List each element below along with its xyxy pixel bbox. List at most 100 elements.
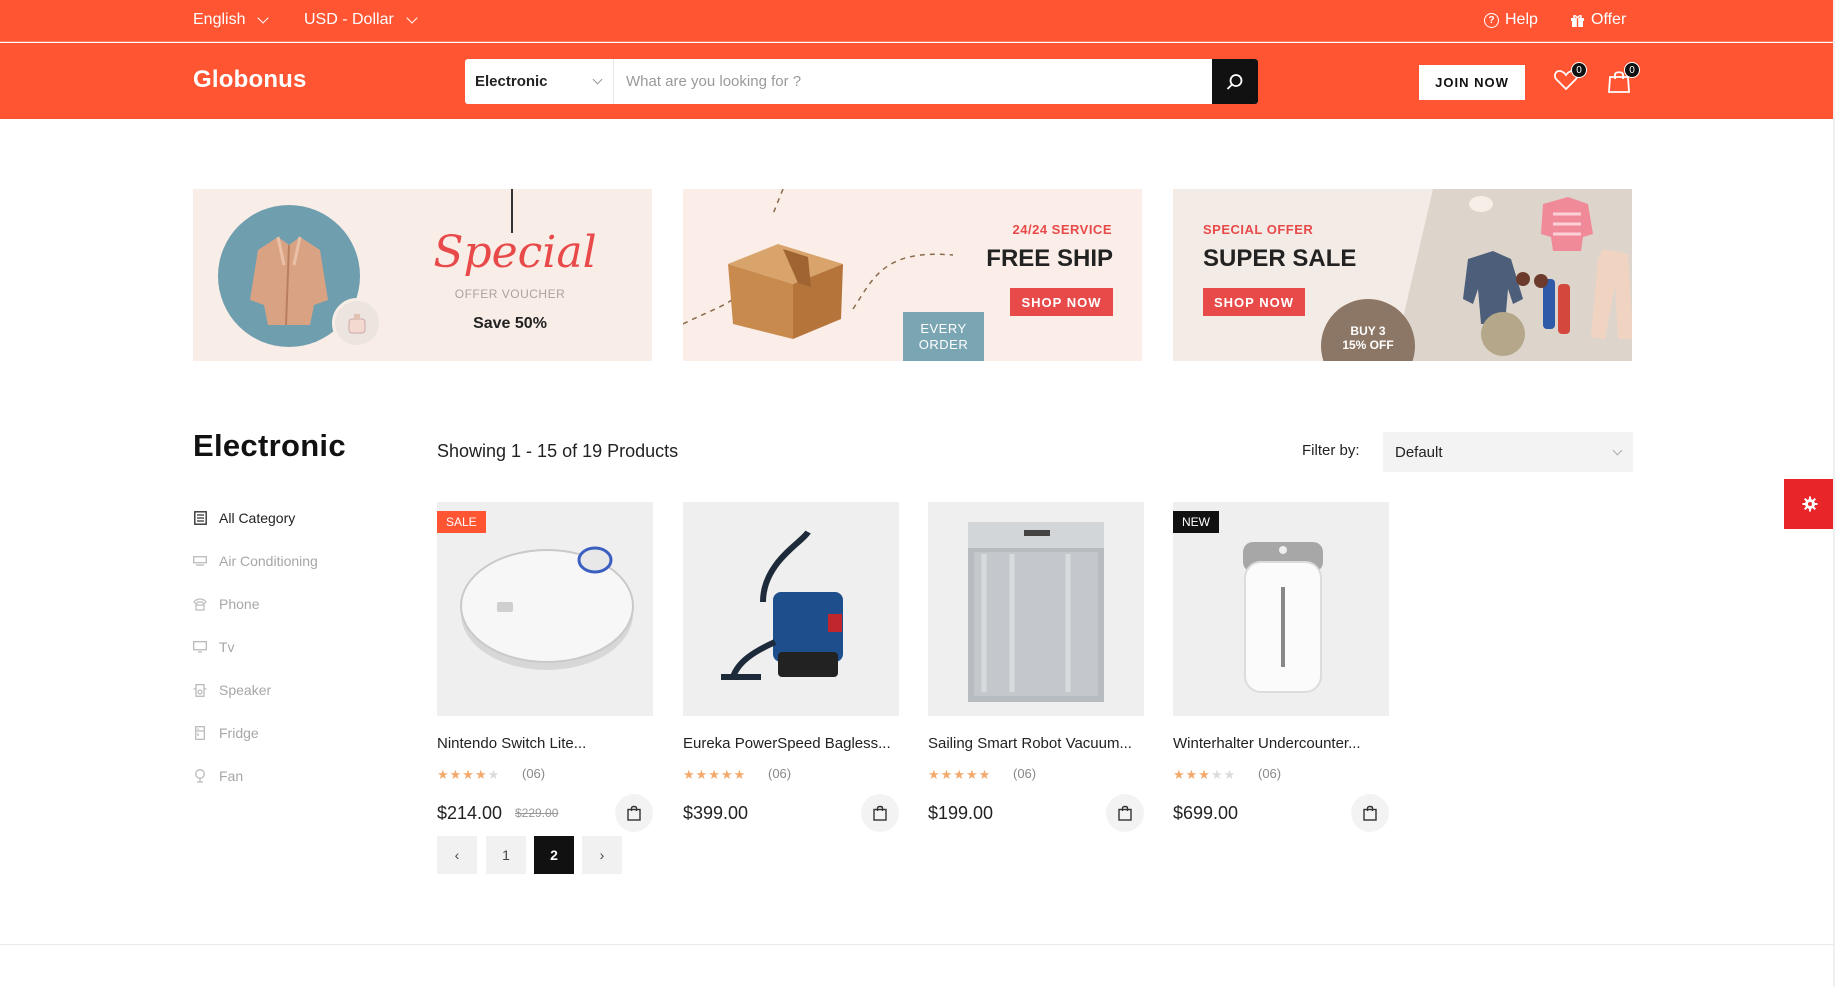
help-link[interactable]: ? Help	[1484, 11, 1538, 29]
product-image[interactable]	[928, 502, 1144, 716]
product-price: $399.00	[683, 803, 749, 823]
pagination-next-button[interactable]: ›	[582, 836, 622, 874]
shop-now-button[interactable]: SHOP NOW	[1010, 288, 1113, 316]
product-price: $199.00	[928, 803, 994, 823]
sidebar-item-fan[interactable]: Fan	[193, 768, 243, 784]
cart-count-badge: 0	[1624, 62, 1640, 78]
wishlist-count-badge: 0	[1571, 62, 1587, 78]
settings-float-button[interactable]	[1784, 479, 1835, 529]
banner-free-ship-title: FREE SHIP	[986, 245, 1113, 272]
product-name[interactable]: Eureka PowerSpeed Bagless...	[683, 735, 899, 752]
phone-icon	[193, 597, 207, 611]
dishwasher-image	[968, 522, 1104, 702]
banner-offer-voucher: OFFER VOUCHER	[454, 287, 566, 301]
rating-stars: ★★★★★	[437, 767, 501, 782]
tv-icon	[193, 640, 207, 654]
sidebar-item-label: All Category	[219, 510, 296, 526]
sidebar-item-label: Phone	[219, 596, 260, 612]
currency-selector[interactable]: USD - Dollar	[304, 11, 418, 29]
chevron-down-icon	[257, 12, 270, 24]
add-to-cart-button[interactable]	[615, 794, 653, 832]
fan-icon	[193, 769, 207, 783]
product-image[interactable]	[683, 502, 899, 716]
footer-divider	[0, 944, 1835, 945]
main-header: Globonus Electronic JOIN NOW 0 0	[0, 43, 1835, 119]
new-badge: NEW	[1173, 511, 1219, 533]
rating-stars: ★★★★★	[928, 767, 992, 782]
badge-line-1: EVERY	[920, 321, 967, 336]
sidebar-item-speaker[interactable]: Speaker	[193, 682, 271, 698]
banner-super-sale[interactable]: SPECIAL OFFER SUPER SALE SHOP NOW BUY 3 …	[1173, 189, 1632, 361]
language-selector[interactable]: English	[193, 11, 270, 29]
product-price: $214.00	[437, 803, 503, 823]
humidifier-image	[1243, 542, 1323, 693]
offer-label: Offer	[1591, 11, 1627, 28]
add-to-cart-button[interactable]	[861, 794, 899, 832]
product-name[interactable]: Nintendo Switch Lite...	[437, 735, 653, 752]
banner-clothes-image	[1393, 189, 1632, 361]
banner-box-image	[728, 244, 843, 339]
search-button[interactable]	[1212, 59, 1258, 104]
category-title: Electronic	[193, 428, 346, 463]
product-image[interactable]: SALE	[437, 502, 653, 716]
product-card[interactable]: NEW Winterhalter Undercounter... ★★★★★ (…	[1173, 502, 1389, 832]
pagination-prev-button[interactable]: ‹	[437, 836, 477, 874]
site-logo[interactable]: Globonus	[193, 66, 307, 94]
air-conditioner-icon	[193, 554, 207, 568]
wishlist-button[interactable]: 0	[1553, 62, 1587, 96]
speaker-icon	[193, 683, 207, 697]
product-card[interactable]: SALE Nintendo Switch Lite... ★★★★★ (06) …	[437, 502, 653, 832]
review-count: (06)	[768, 766, 792, 781]
cart-button[interactable]: 0	[1606, 62, 1640, 96]
chevron-down-icon	[406, 12, 418, 24]
product-name[interactable]: Winterhalter Undercounter...	[1173, 735, 1389, 752]
pagination-page-2[interactable]: 2	[534, 836, 574, 874]
product-name[interactable]: Sailing Smart Robot Vacuum...	[928, 735, 1144, 752]
join-now-button[interactable]: JOIN NOW	[1419, 65, 1525, 100]
add-to-cart-button[interactable]	[1351, 794, 1389, 832]
add-to-cart-button[interactable]	[1106, 794, 1144, 832]
list-icon	[193, 511, 207, 525]
language-label: English	[193, 11, 246, 28]
rating-stars: ★★★★★	[1173, 767, 1237, 782]
badge-line-2: 15% OFF	[1342, 338, 1394, 352]
sidebar-item-label: Fridge	[219, 725, 259, 741]
review-count: (06)	[1258, 766, 1282, 781]
help-label: Help	[1505, 11, 1538, 28]
sidebar-item-phone[interactable]: Phone	[193, 596, 259, 612]
product-image[interactable]: NEW	[1173, 502, 1389, 716]
filter-select[interactable]: Default	[1383, 432, 1633, 472]
banner-free-ship[interactable]: EVERY ORDER 24/24 SERVICE FREE SHIP SHOP…	[683, 189, 1142, 361]
filter-label: Filter by:	[1302, 442, 1360, 459]
banner-buy3-badge: BUY 3 15% OFF	[1321, 299, 1415, 361]
sidebar-item-label: Speaker	[219, 682, 272, 698]
sidebar-item-air-conditioning[interactable]: Air Conditioning	[193, 553, 318, 569]
sidebar-item-all-category[interactable]: All Category	[193, 510, 295, 526]
badge-line-1: BUY 3	[1350, 324, 1386, 338]
product-card[interactable]: Eureka PowerSpeed Bagless... ★★★★★ (06) …	[683, 502, 899, 832]
wet-dry-vacuum-image	[721, 530, 843, 680]
shopping-bag-icon	[1363, 805, 1377, 821]
banner-special-script: Special	[433, 227, 597, 278]
product-price: $699.00	[1173, 803, 1239, 823]
product-old-price: $229.00	[515, 806, 559, 820]
banner-special-offer-kicker: SPECIAL OFFER	[1203, 222, 1314, 237]
offer-link[interactable]: Offer	[1570, 11, 1626, 29]
pagination-page-1[interactable]: 1	[486, 836, 526, 874]
banner-every-order-badge: EVERY ORDER	[903, 312, 984, 361]
search-category-select[interactable]: Electronic	[465, 59, 614, 104]
gift-icon	[1570, 13, 1585, 27]
search-icon	[1226, 73, 1243, 90]
shopping-bag-icon	[627, 805, 641, 821]
shop-now-button[interactable]: SHOP NOW	[1203, 288, 1305, 316]
chevron-down-icon	[592, 74, 603, 85]
sidebar-item-label: Air Conditioning	[219, 553, 318, 569]
product-card[interactable]: Sailing Smart Robot Vacuum... ★★★★★ (06)…	[928, 502, 1144, 832]
search-input[interactable]	[614, 59, 1212, 104]
shopping-bag-icon	[873, 805, 887, 821]
banner-perfume-image	[332, 298, 382, 348]
sidebar-item-fridge[interactable]: Fridge	[193, 725, 259, 741]
sidebar-item-tv[interactable]: Tv	[193, 639, 235, 655]
banner-special-voucher[interactable]: Special OFFER VOUCHER Save 50%	[193, 189, 652, 361]
review-count: (06)	[1013, 766, 1037, 781]
